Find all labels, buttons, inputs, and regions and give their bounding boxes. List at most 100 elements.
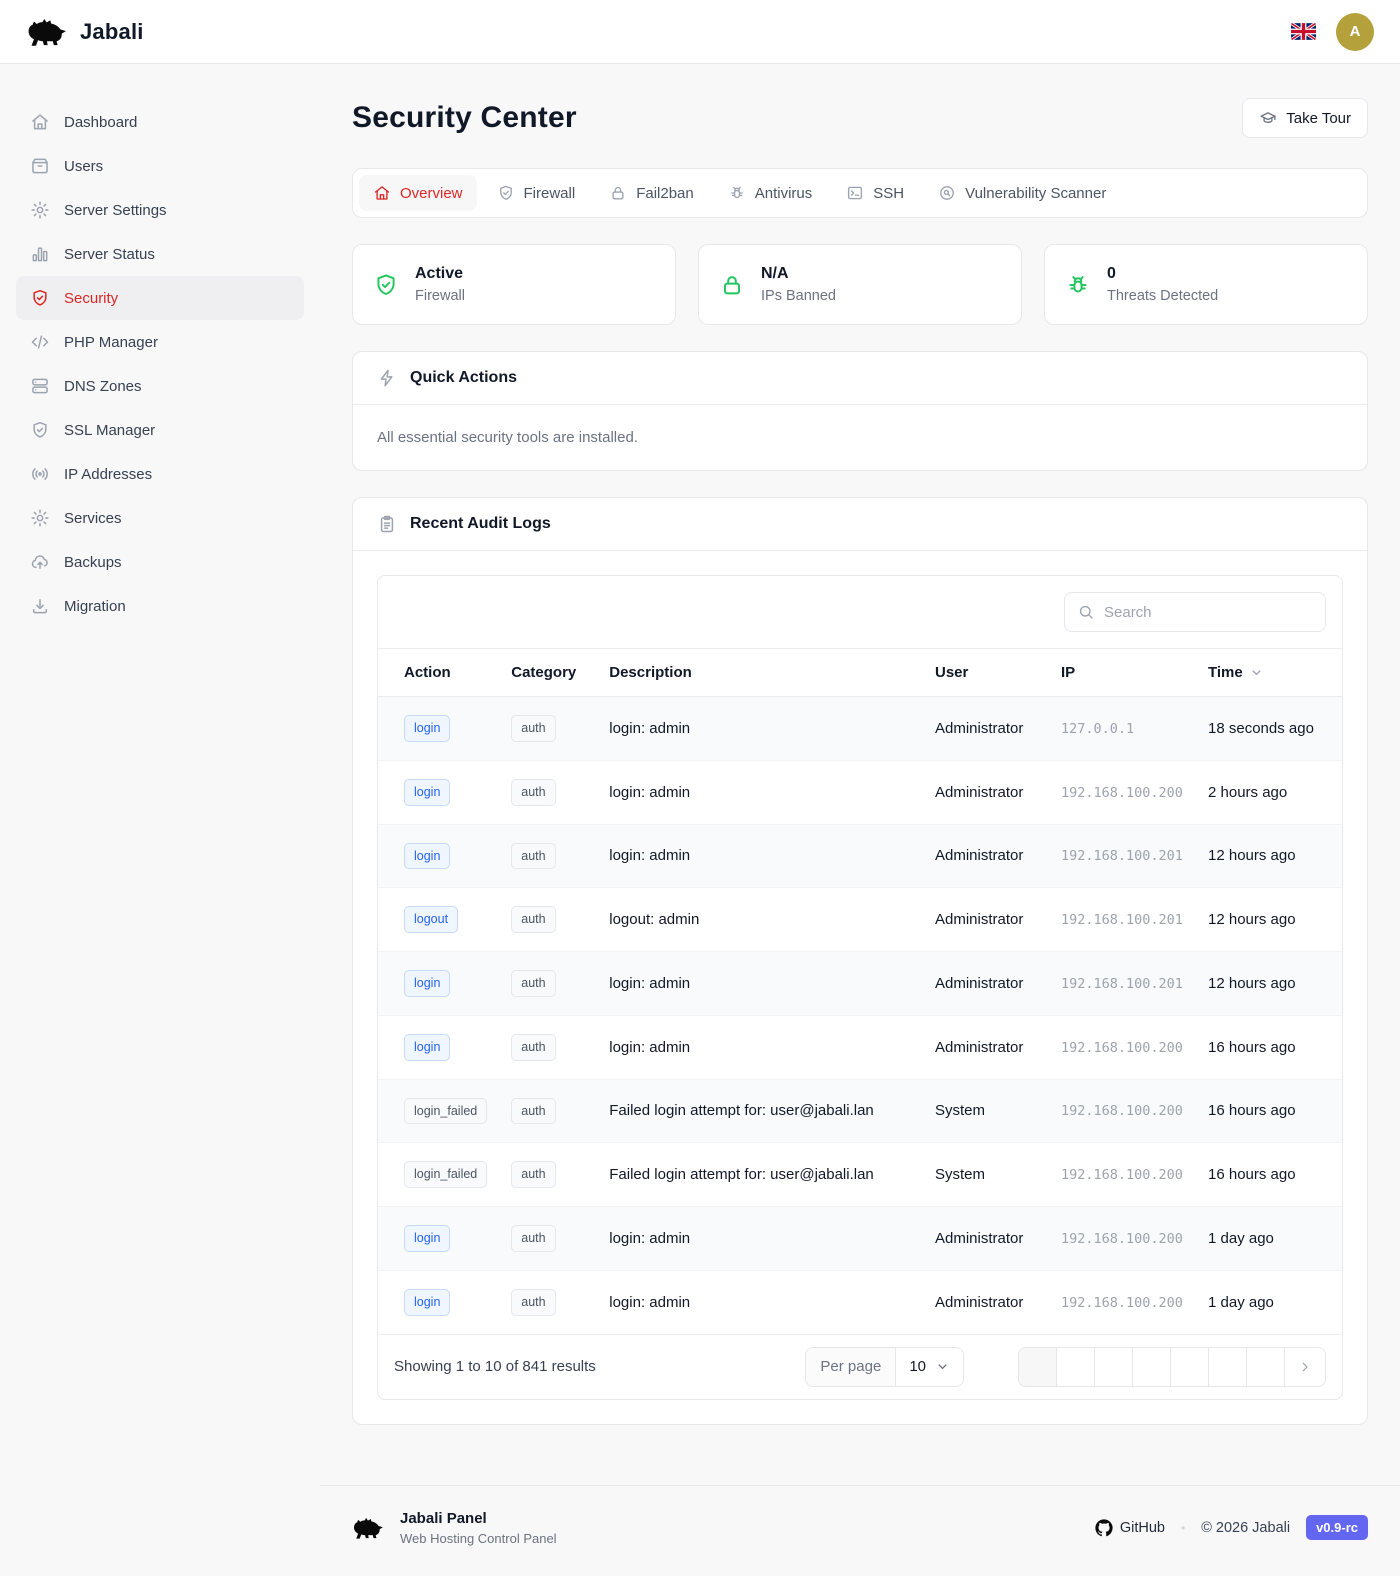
uk-flag-icon[interactable] <box>1291 23 1316 40</box>
quick-actions-title: Quick Actions <box>410 369 517 387</box>
tab-label: Firewall <box>524 185 576 202</box>
page-button[interactable] <box>1095 1348 1133 1386</box>
sidebar-item[interactable]: SSL Manager <box>16 408 304 452</box>
cell-user: System <box>923 1143 1049 1207</box>
page-button[interactable] <box>1171 1348 1209 1386</box>
tab[interactable]: Overview <box>359 175 477 211</box>
tab-label: Vulnerability Scanner <box>965 185 1106 202</box>
page-button[interactable] <box>1209 1348 1247 1386</box>
sidebar-item[interactable]: Migration <box>16 584 304 628</box>
cell-time: 1 day ago <box>1196 1270 1342 1333</box>
cell-user: Administrator <box>923 760 1049 824</box>
sidebar-item[interactable]: Users <box>16 144 304 188</box>
cloud-upload-icon <box>30 552 50 572</box>
results-summary: Showing 1 to 10 of 841 results <box>394 1358 805 1375</box>
archive-icon <box>30 156 50 176</box>
cell-category: auth <box>499 888 597 952</box>
next-page-button[interactable] <box>1285 1348 1325 1386</box>
sidebar-item[interactable]: Services <box>16 496 304 540</box>
sidebar-item[interactable]: Server Settings <box>16 188 304 232</box>
per-page-select[interactable]: 10 <box>896 1348 963 1386</box>
zap-icon <box>377 368 397 388</box>
cell-action: login <box>378 760 499 824</box>
category-badge: auth <box>511 1161 555 1188</box>
sidebar-item[interactable]: Security <box>16 276 304 320</box>
shield-check-icon <box>30 288 50 308</box>
sidebar-item[interactable]: PHP Manager <box>16 320 304 364</box>
sidebar-item[interactable]: DNS Zones <box>16 364 304 408</box>
table-row: login_failed auth Failed login attempt f… <box>378 1079 1342 1143</box>
cell-category: auth <box>499 1143 597 1207</box>
pager <box>1018 1347 1326 1387</box>
code-icon <box>30 332 50 352</box>
action-badge[interactable]: login_failed <box>404 1161 487 1188</box>
brand-link[interactable]: Jabali <box>26 15 144 49</box>
table-row: login auth login: admin Administrator 19… <box>378 1207 1342 1271</box>
sidebar-item-label: Backups <box>64 554 122 571</box>
cell-ip: 127.0.0.1 <box>1049 697 1196 761</box>
sidebar-item[interactable]: Backups <box>16 540 304 584</box>
bug-icon <box>1065 272 1091 298</box>
search-input[interactable] <box>1104 604 1313 621</box>
tab[interactable]: Fail2ban <box>595 175 708 211</box>
page-button[interactable] <box>1133 1348 1171 1386</box>
action-badge[interactable]: login_failed <box>404 1098 487 1125</box>
stat-card: 0 Threats Detected <box>1044 244 1368 325</box>
action-badge[interactable]: login <box>404 970 450 997</box>
bug-icon <box>728 184 746 202</box>
cell-ip: 192.168.100.200 <box>1049 1079 1196 1143</box>
action-badge[interactable]: logout <box>404 906 458 933</box>
action-badge[interactable]: login <box>404 1034 450 1061</box>
avatar[interactable]: A <box>1336 13 1374 51</box>
take-tour-button[interactable]: Take Tour <box>1242 98 1368 138</box>
cell-ip: 192.168.100.200 <box>1049 1143 1196 1207</box>
lock-icon <box>719 272 745 298</box>
dot-separator: • <box>1181 1521 1185 1535</box>
cell-category: auth <box>499 952 597 1016</box>
audit-logs-table-container: Action Category <box>377 575 1343 1400</box>
category-badge: auth <box>511 1225 555 1252</box>
action-badge[interactable]: login <box>404 715 450 742</box>
table-row: login auth login: admin Administrator 19… <box>378 1270 1342 1333</box>
column-header: Description <box>597 649 923 697</box>
cell-user: Administrator <box>923 1015 1049 1079</box>
footer-brand-name: Jabali Panel <box>400 1510 557 1527</box>
sort-chevron-down-icon[interactable] <box>1249 665 1264 680</box>
sidebar-item[interactable]: IP Addresses <box>16 452 304 496</box>
cell-category: auth <box>499 824 597 888</box>
action-badge[interactable]: login <box>404 843 450 870</box>
tab[interactable]: SSH <box>832 175 918 211</box>
tab-label: Antivirus <box>755 185 813 202</box>
sidebar-item-label: Server Status <box>64 246 155 263</box>
tab[interactable]: Vulnerability Scanner <box>924 175 1120 211</box>
sidebar-item-label: Security <box>64 290 118 307</box>
sidebar-item[interactable]: Dashboard <box>16 100 304 144</box>
cell-ip: 192.168.100.201 <box>1049 952 1196 1016</box>
cell-user: System <box>923 1079 1049 1143</box>
page-button[interactable] <box>1247 1348 1285 1386</box>
column-header: Category <box>499 649 597 697</box>
tab[interactable]: Firewall <box>483 175 590 211</box>
table-row: login auth login: admin Administrator 19… <box>378 824 1342 888</box>
action-badge[interactable]: login <box>404 1225 450 1252</box>
action-badge[interactable]: login <box>404 1289 450 1316</box>
lock-icon <box>609 184 627 202</box>
sidebar: Dashboard Users Server Settings Server S… <box>0 64 320 628</box>
cell-description: Failed login attempt for: user@jabali.la… <box>597 1079 923 1143</box>
page-button[interactable] <box>1057 1348 1095 1386</box>
sidebar-item[interactable]: Server Status <box>16 232 304 276</box>
action-badge[interactable]: login <box>404 779 450 806</box>
cell-description: logout: admin <box>597 888 923 952</box>
clipboard-list-icon <box>377 514 397 534</box>
page-button[interactable] <box>1019 1348 1057 1386</box>
cell-category: auth <box>499 1015 597 1079</box>
category-badge: auth <box>511 970 555 997</box>
search-circle-icon <box>938 184 956 202</box>
copyright: © 2026 Jabali <box>1201 1520 1290 1536</box>
category-badge: auth <box>511 906 555 933</box>
tab[interactable]: Antivirus <box>714 175 827 211</box>
github-link[interactable]: GitHub <box>1095 1519 1165 1537</box>
sidebar-item-label: DNS Zones <box>64 378 142 395</box>
sidebar-item-label: Dashboard <box>64 114 137 131</box>
cell-category: auth <box>499 760 597 824</box>
